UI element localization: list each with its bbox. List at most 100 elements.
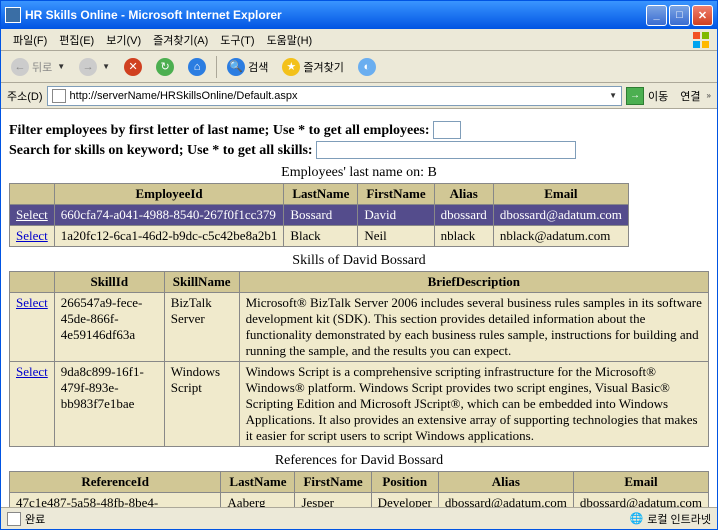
cell-first: Neil [358,226,434,247]
col-first: FirstName [295,472,371,493]
toolbar: ←뒤로▼ →▼ ✕ ↻ ⌂ 🔍검색 ★즐겨찾기 ◐ [1,51,717,83]
menu-tools[interactable]: 도구(T) [214,30,260,50]
address-label: 주소(D) [7,88,43,104]
favorites-label: 즐겨찾기 [303,59,343,75]
table-row: Select 266547a9-fece-45de-866f-4e59146df… [10,293,709,362]
menu-view[interactable]: 보기(V) [100,30,147,50]
menu-favorites[interactable]: 즐겨찾기(A) [147,30,214,50]
cell-first: Jesper [295,493,371,508]
col-select [10,272,55,293]
col-email: Email [493,184,628,205]
chevron-down-icon: ▼ [102,62,110,71]
skills-caption: Skills of David Bossard [9,253,709,269]
employees-caption: Employees' last name on: B [9,165,709,181]
cell-desc: Windows Script is a comprehensive script… [239,362,708,447]
go-label: 이동 [648,88,668,104]
status-zone: 로컬 인트라넷 [647,511,711,527]
select-link[interactable]: Select [16,364,48,379]
window-controls: _ □ ✕ [646,5,713,26]
cell-email: nblack@adatum.com [493,226,628,247]
col-alias: Alias [438,472,573,493]
col-last: LastName [221,472,295,493]
links-label[interactable]: 연결 [680,88,700,104]
favorites-button[interactable]: ★즐겨찾기 [278,56,347,78]
cell-first: David [358,205,434,226]
browser-window: HR Skills Online - Microsoft Internet Ex… [0,0,718,530]
back-icon: ← [11,58,29,76]
col-email: Email [573,472,708,493]
address-input[interactable]: http://serverName/HRSkillsOnline/Default… [47,86,623,106]
search-icon: 🔍 [227,58,245,76]
search-label: 검색 [248,59,268,75]
cell-email: dbossard@adatum.com [493,205,628,226]
window-title: HR Skills Online - Microsoft Internet Ex… [25,8,282,22]
cell-alias: dbossard [434,205,493,226]
col-skillid: SkillId [54,272,164,293]
cell-skillid: 266547a9-fece-45de-866f-4e59146df63a [54,293,164,362]
table-row: Select 660cfa74-a041-4988-8540-267f0f1cc… [10,205,629,226]
status-done: 완료 [25,511,45,527]
chevron-down-icon[interactable]: ▼ [609,91,617,100]
star-icon: ★ [282,58,300,76]
cell-id: 1a20fc12-6ca1-46d2-b9dc-c5c42be8a2b1 [54,226,284,247]
menu-help[interactable]: 도움말(H) [261,30,319,50]
go-button[interactable]: → [626,87,644,105]
titlebar: HR Skills Online - Microsoft Internet Ex… [1,1,717,29]
close-button[interactable]: ✕ [692,5,713,26]
table-header-row: EmployeeId LastName FirstName Alias Emai… [10,184,629,205]
filter-lastname-input[interactable] [433,121,461,139]
media-button[interactable]: ◐ [354,56,380,78]
filter-lastname-label: Filter employees by first letter of last… [9,123,430,138]
windows-logo-icon [691,30,711,50]
cell-alias: nblack [434,226,493,247]
col-skillname: SkillName [164,272,239,293]
maximize-button[interactable]: □ [669,5,690,26]
forward-button[interactable]: →▼ [75,56,114,78]
select-link[interactable]: Select [16,207,48,222]
select-link[interactable]: Select [16,295,48,310]
search-button[interactable]: 🔍검색 [223,56,272,78]
home-button[interactable]: ⌂ [184,56,210,78]
globe-icon: 🌐 [630,512,644,525]
back-button[interactable]: ←뒤로▼ [7,56,69,78]
table-header-row: SkillId SkillName BriefDescription [10,272,709,293]
col-lastname: LastName [284,184,358,205]
cell-last: Black [284,226,358,247]
cell-skillname: BizTalk Server [164,293,239,362]
cell-skillid: 9da8c899-16f1-479f-893e-bb983f7e1bae [54,362,164,447]
col-select [10,184,55,205]
table-row: Select 1a20fc12-6ca1-46d2-b9dc-c5c42be8a… [10,226,629,247]
filter-skill-row: Search for skills on keyword; Use * to g… [9,141,709,159]
page-content: Filter employees by first letter of last… [1,109,717,507]
ie-icon [5,7,21,23]
stop-button[interactable]: ✕ [120,56,146,78]
addressbar: 주소(D) http://serverName/HRSkillsOnline/D… [1,83,717,109]
separator [216,56,217,78]
chevron-right-icon[interactable]: » [707,91,711,100]
table-header-row: ReferenceId LastName FirstName Position … [10,472,709,493]
filter-skill-input[interactable] [316,141,576,159]
media-icon: ◐ [358,58,376,76]
cell-id: 660cfa74-a041-4988-8540-267f0f1cc379 [54,205,284,226]
cell-alias: dbossard@adatum.com [438,493,573,508]
col-desc: BriefDescription [239,272,708,293]
menu-edit[interactable]: 편집(E) [53,30,100,50]
skills-table: SkillId SkillName BriefDescription Selec… [9,271,709,447]
status-right: 🌐 로컬 인트라넷 [630,511,711,527]
cell-refid: 47c1e487-5a58-48fb-8be4-97cfbe349cb8 [10,493,221,508]
page-icon [52,89,66,103]
menubar: 파일(F) 편집(E) 보기(V) 즐겨찾기(A) 도구(T) 도움말(H) [1,29,717,51]
select-link[interactable]: Select [16,228,48,243]
statusbar: 완료 🌐 로컬 인트라넷 [1,507,717,529]
filter-lastname-row: Filter employees by first letter of last… [9,121,709,139]
menu-file[interactable]: 파일(F) [7,30,53,50]
address-url: http://serverName/HRSkillsOnline/Default… [70,90,608,102]
cell-last: Bossard [284,205,358,226]
refresh-button[interactable]: ↻ [152,56,178,78]
back-label: 뒤로 [32,59,52,75]
refresh-icon: ↻ [156,58,174,76]
cell-skillname: Windows Script [164,362,239,447]
minimize-button[interactable]: _ [646,5,667,26]
col-refid: ReferenceId [10,472,221,493]
forward-icon: → [79,58,97,76]
